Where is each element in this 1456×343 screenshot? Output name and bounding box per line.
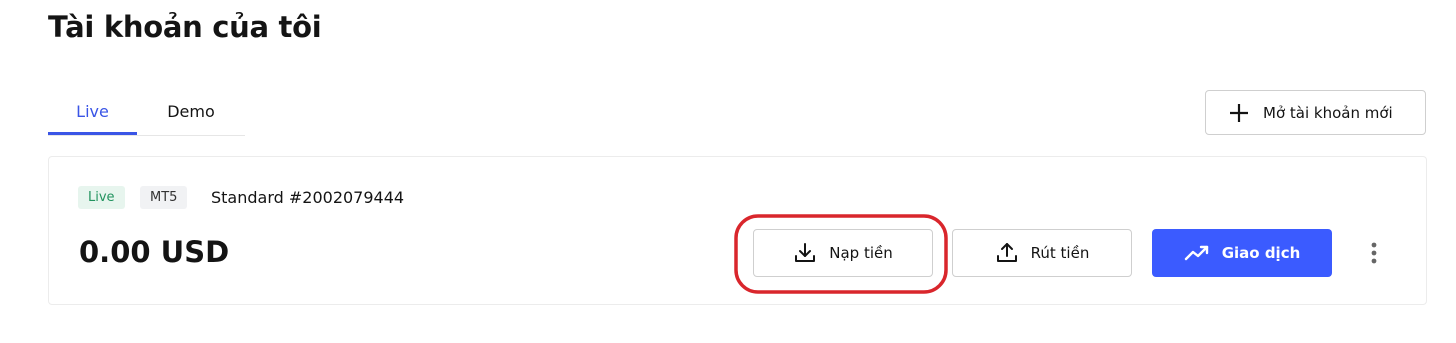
account-tabs: Live Demo <box>48 90 245 136</box>
account-name: Standard #2002079444 <box>211 188 405 207</box>
open-new-account-label: Mở tài khoản mới <box>1263 103 1393 122</box>
trending-up-icon <box>1184 245 1208 261</box>
more-vertical-icon[interactable] <box>1361 239 1387 267</box>
trade-button[interactable]: Giao dịch <box>1152 229 1332 277</box>
tab-live[interactable]: Live <box>48 90 137 135</box>
account-card: Live MT5 Standard #2002079444 0.00 USD N… <box>48 156 1427 305</box>
withdraw-label: Rút tiền <box>1030 244 1090 262</box>
withdraw-button[interactable]: Rút tiền <box>952 229 1132 277</box>
deposit-label: Nạp tiền <box>829 244 893 262</box>
page-title: Tài khoản của tôi <box>48 10 322 44</box>
trade-label: Giao dịch <box>1221 244 1301 262</box>
platform-badge: MT5 <box>140 186 188 209</box>
account-balance: 0.00 USD <box>79 235 230 269</box>
status-badge: Live <box>78 186 125 209</box>
download-icon <box>795 243 816 262</box>
upload-icon <box>996 243 1017 262</box>
tab-demo[interactable]: Demo <box>137 90 245 134</box>
deposit-button[interactable]: Nạp tiền <box>753 229 933 277</box>
page: Tài khoản của tôi Live Demo Mở tài khoản… <box>0 0 1456 343</box>
open-new-account-button[interactable]: Mở tài khoản mới <box>1205 90 1426 135</box>
plus-icon <box>1230 103 1248 122</box>
